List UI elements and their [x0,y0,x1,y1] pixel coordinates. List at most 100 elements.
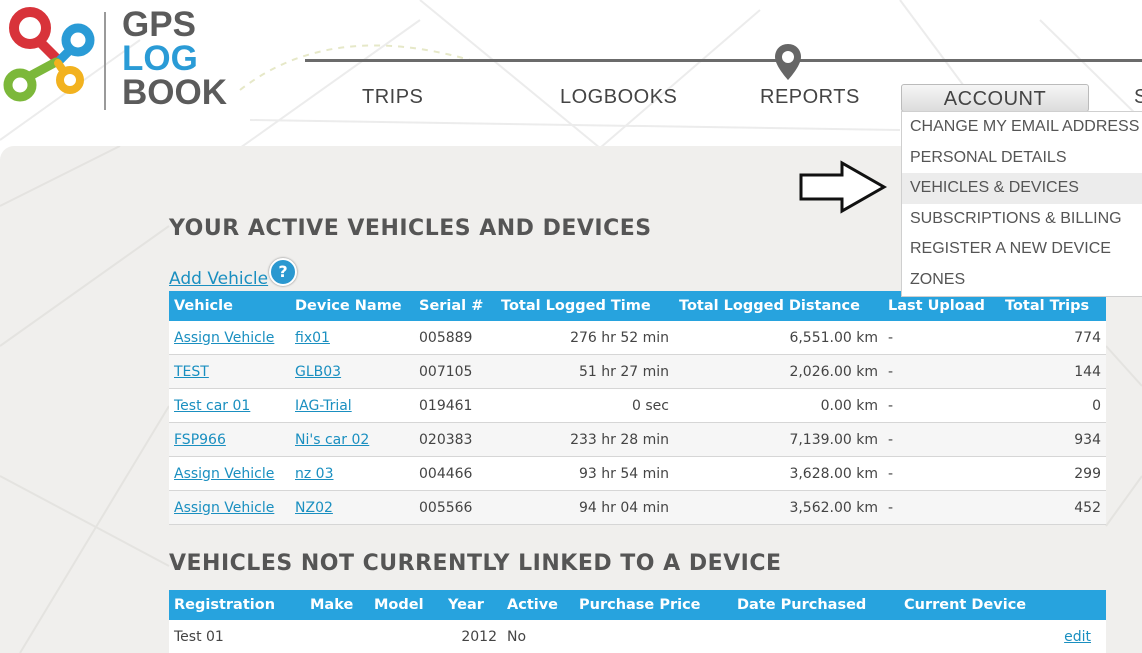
vehicle-link[interactable]: FSP966 [174,432,226,448]
cell-purchase-price [574,620,732,653]
device-link[interactable]: IAG-Trial [295,398,352,414]
cell-make [305,620,369,653]
add-vehicle-link[interactable]: Add Vehicle [169,269,268,289]
cell-serial: 020383 [414,422,496,457]
device-link[interactable]: NZ02 [295,500,333,516]
device-link[interactable]: Ni's car 02 [295,432,369,448]
col-model[interactable]: Model [369,590,443,620]
cell-logged-time: 0 sec [496,388,674,423]
cell-device-name: Ni's car 02 [290,422,414,457]
device-link[interactable]: GLB03 [295,364,341,380]
logo-divider [104,12,106,110]
cell-last-upload: - [883,321,1000,355]
col-device-name[interactable]: Device Name [290,291,414,321]
vehicle-link[interactable]: TEST [174,364,209,380]
menu-personal-details[interactable]: PERSONAL DETAILS [902,143,1142,174]
table-row: Assign Vehicle NZ02 005566 94 hr 04 min … [169,490,1106,525]
menu-change-email[interactable]: CHANGE MY EMAIL ADDRESS [902,112,1142,143]
col-total-logged-time[interactable]: Total Logged Time [496,291,674,321]
logo-wordmark: GPS LOG BOOK [122,5,227,112]
cell-logged-distance: 7,139.00 km [674,422,883,457]
edit-link[interactable]: edit [1064,629,1101,645]
table-row: FSP966 Ni's car 02 020383 233 hr 28 min … [169,422,1106,457]
vehicle-link[interactable]: Assign Vehicle [174,500,274,516]
vehicle-link[interactable]: Test car 01 [174,398,250,414]
pointer-arrow-icon [799,160,888,214]
col-total-logged-distance[interactable]: Total Logged Distance [674,291,883,321]
cell-logged-distance: 0.00 km [674,388,883,423]
cell-logged-time: 94 hr 04 min [496,490,674,525]
cell-total-trips: 299 [1000,456,1106,491]
cell-device-name: NZ02 [290,490,414,525]
cell-total-trips: 144 [1000,354,1106,389]
col-year[interactable]: Year [443,590,502,620]
nav-trips[interactable]: TRIPS [362,86,423,109]
cell-last-upload: - [883,456,1000,491]
cell-vehicle: FSP966 [169,422,290,457]
logo-line-book: BOOK [122,73,227,112]
nav-logbooks[interactable]: LOGBOOKS [560,86,677,109]
cell-model [369,620,443,653]
col-registration[interactable]: Registration [169,590,305,620]
cell-registration: Test 01 [169,620,305,653]
cell-device-name: nz 03 [290,456,414,491]
cell-date-purchased [732,620,899,653]
table-row: Test 01 2012 No edit [169,620,1106,653]
vehicle-link[interactable]: Assign Vehicle [174,466,274,482]
cell-last-upload: - [883,354,1000,389]
unlinked-vehicles-title: VEHICLES NOT CURRENTLY LINKED TO A DEVIC… [169,551,782,576]
menu-subscriptions-billing[interactable]: SUBSCRIPTIONS & BILLING [902,204,1142,235]
help-icon[interactable]: ? [269,258,297,286]
menu-vehicles-devices[interactable]: VEHICLES & DEVICES [902,173,1142,204]
nav-account[interactable]: ACCOUNT [901,84,1089,112]
col-active[interactable]: Active [502,590,574,620]
table-row: Assign Vehicle fix01 005889 276 hr 52 mi… [169,321,1106,355]
cell-vehicle: Test car 01 [169,388,290,423]
vehicle-link[interactable]: Assign Vehicle [174,330,274,346]
cell-serial: 007105 [414,354,496,389]
table-row: Assign Vehicle nz 03 004466 93 hr 54 min… [169,456,1106,491]
cell-total-trips: 934 [1000,422,1106,457]
active-vehicles-title: YOUR ACTIVE VEHICLES AND DEVICES [169,216,652,241]
cell-logged-time: 276 hr 52 min [496,321,674,355]
cell-vehicle: Assign Vehicle [169,490,290,525]
cell-current-device [899,620,1057,653]
cell-actions: edit [1057,620,1106,653]
cell-serial: 019461 [414,388,496,423]
logo-line-log: LOG [122,39,198,78]
cell-last-upload: - [883,490,1000,525]
cell-logged-distance: 2,026.00 km [674,354,883,389]
col-actions [1057,590,1106,620]
nav-partial-item[interactable]: S [1134,86,1142,109]
cell-device-name: GLB03 [290,354,414,389]
cell-total-trips: 452 [1000,490,1106,525]
active-vehicles-table: Vehicle Device Name Serial # Total Logge… [169,291,1106,525]
nav-track-line [305,59,1142,62]
unlinked-vehicles-table: Registration Make Model Year Active Purc… [169,590,1106,653]
account-dropdown-menu: CHANGE MY EMAIL ADDRESS PERSONAL DETAILS… [901,111,1142,297]
cell-serial: 005566 [414,490,496,525]
col-serial[interactable]: Serial # [414,291,496,321]
menu-register-device[interactable]: REGISTER A NEW DEVICE [902,234,1142,265]
cell-device-name: IAG-Trial [290,388,414,423]
map-pin-icon [775,44,801,80]
nav-reports[interactable]: REPORTS [760,86,860,109]
cell-serial: 004466 [414,456,496,491]
cell-serial: 005889 [414,321,496,355]
table-row: TEST GLB03 007105 51 hr 27 min 2,026.00 … [169,354,1106,389]
col-vehicle[interactable]: Vehicle [169,291,290,321]
device-link[interactable]: nz 03 [295,466,334,482]
cell-total-trips: 0 [1000,388,1106,423]
cell-total-trips: 774 [1000,321,1106,355]
col-current-device[interactable]: Current Device [899,590,1057,620]
table-row: Test car 01 IAG-Trial 019461 0 sec 0.00 … [169,388,1106,423]
cell-logged-time: 93 hr 54 min [496,456,674,491]
menu-zones[interactable]: ZONES [902,265,1142,296]
col-purchase-price[interactable]: Purchase Price [574,590,732,620]
col-date-purchased[interactable]: Date Purchased [732,590,899,620]
device-link[interactable]: fix01 [295,330,330,346]
logo-line-gps: GPS [122,5,196,44]
col-make[interactable]: Make [305,590,369,620]
table-header-row: Registration Make Model Year Active Purc… [169,590,1106,620]
cell-logged-distance: 3,628.00 km [674,456,883,491]
